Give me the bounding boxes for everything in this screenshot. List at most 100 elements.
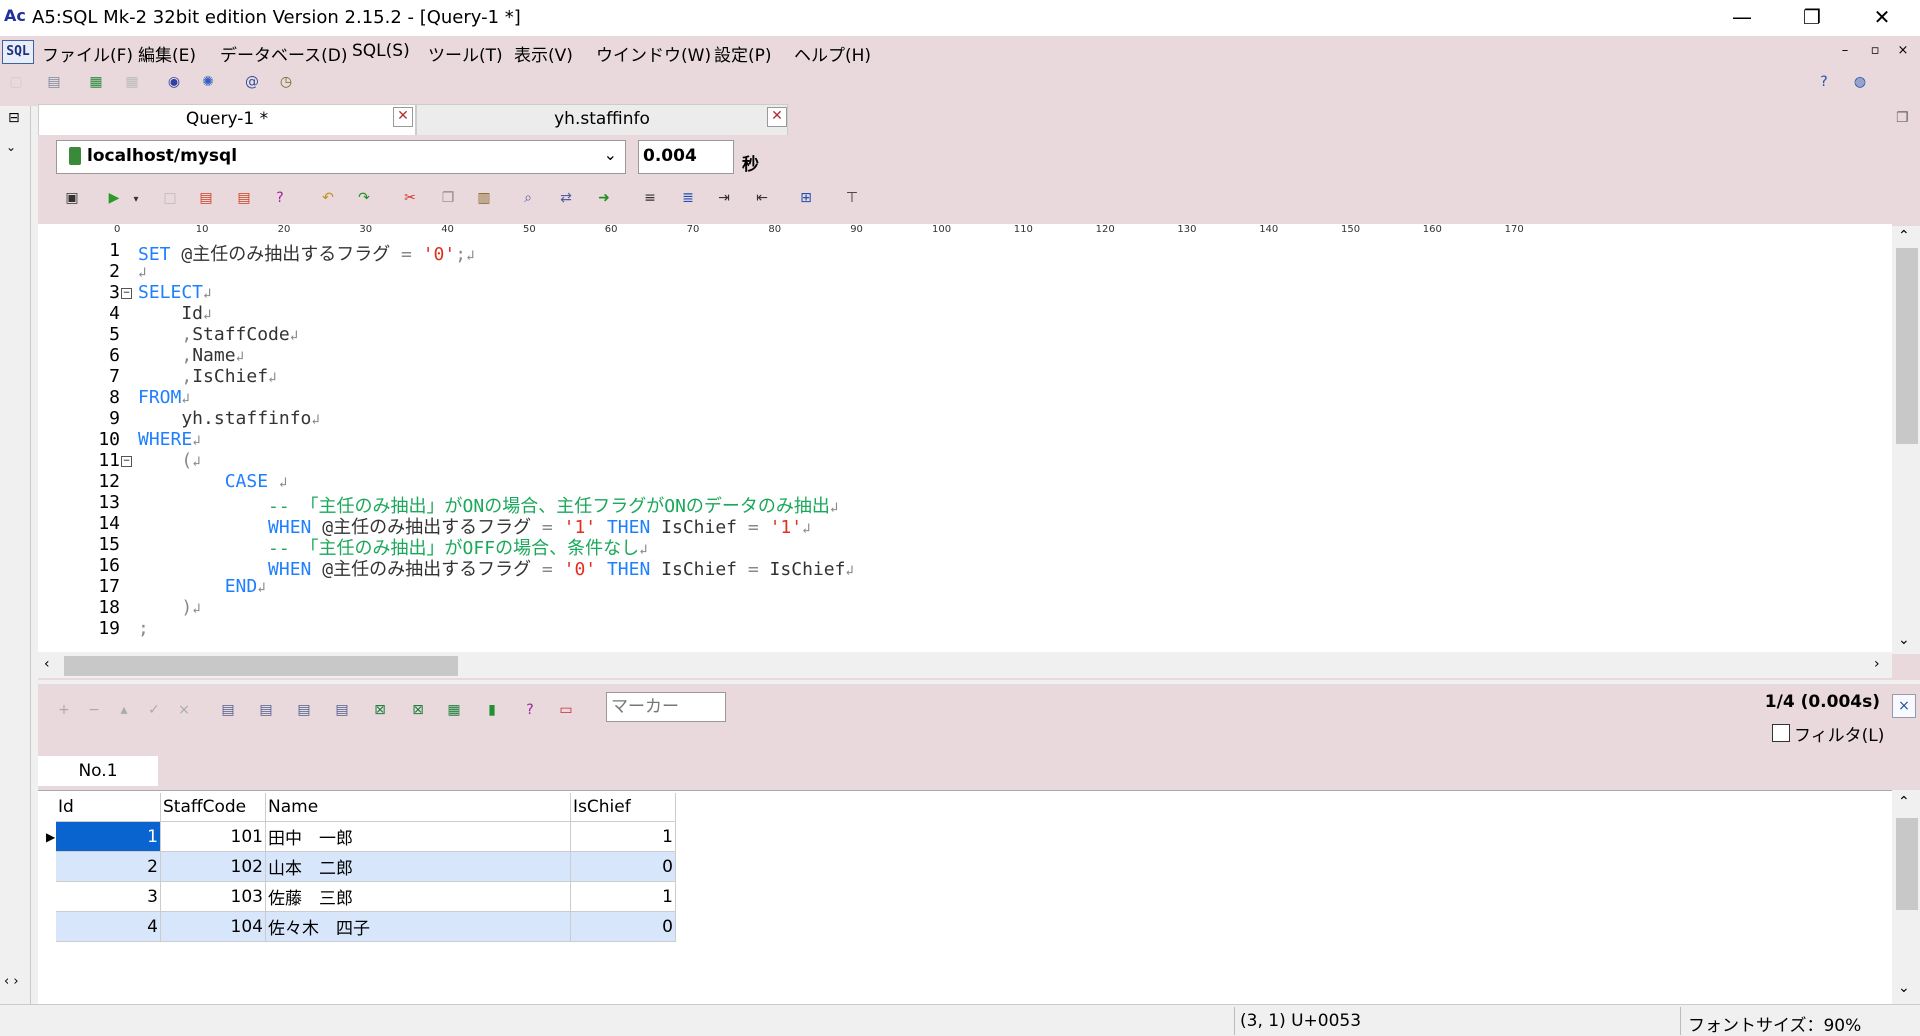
code-line[interactable]: )↲ (138, 597, 200, 618)
move-up-icon[interactable]: ▴ (114, 700, 134, 720)
cut-icon[interactable]: ✂ (400, 188, 420, 208)
jump-icon[interactable]: ➜ (594, 188, 614, 208)
code-line[interactable]: ↲ (138, 261, 146, 282)
filter-checkbox[interactable] (1772, 724, 1790, 742)
grid-cell[interactable]: 田中 一郎 (265, 821, 571, 852)
tree-outline-icon[interactable]: ⊤ (842, 188, 862, 208)
grid-cell[interactable]: 2 (56, 851, 161, 882)
tab-query-1[interactable]: Query-1 * ✕ (38, 104, 416, 135)
code-line[interactable]: yh.staffinfo↲ (138, 408, 319, 429)
scroll-up-icon[interactable]: ⌃ (1898, 228, 1910, 244)
run-icon[interactable]: ▶ (104, 188, 124, 208)
delete-row-icon[interactable]: − (84, 700, 104, 720)
code-line[interactable]: SELECT↲ (138, 282, 211, 303)
tab-staffinfo[interactable]: yh.staffinfo ✕ (416, 104, 788, 135)
column-header-id[interactable]: Id (56, 793, 161, 822)
tree-expand-icon[interactable]: ⌄ (6, 140, 16, 154)
editor-horizontal-scroll-thumb[interactable] (64, 656, 458, 676)
close-button[interactable]: ✕ (1852, 0, 1912, 36)
add-row-icon[interactable]: + (54, 700, 74, 720)
grid-vertical-scroll-thumb[interactable] (1896, 818, 1918, 910)
table-list-icon[interactable]: ▦ (86, 72, 106, 92)
grid-cell[interactable]: 104 (160, 911, 266, 942)
globe-icon[interactable]: ◍ (1850, 72, 1870, 92)
sql-editor[interactable]: 1 2 3−4 5 6 7 8 9 10 11−12 13 14 15 16 17 18 19 SET @主任の… (38, 238, 1892, 652)
grid-cell[interactable]: 4 (56, 911, 161, 942)
replace-icon[interactable]: ⇄ (556, 188, 576, 208)
grid-cell[interactable]: 1 (570, 821, 676, 852)
indent-icon[interactable]: ⇥ (714, 188, 734, 208)
connection-select[interactable]: localhost/mysql ⌄ (56, 140, 626, 174)
export-sql-icon[interactable]: ▤ (294, 700, 314, 720)
code-line[interactable]: ,StaffCode↲ (138, 324, 298, 345)
restore-tab-icon[interactable]: ❐ (1896, 110, 1909, 126)
clock-icon[interactable]: ◷ (276, 72, 296, 92)
copy-icon[interactable]: ❐ (438, 188, 458, 208)
asb-export-icon[interactable]: ▮ (482, 700, 502, 720)
menu-view[interactable]: 表示(V) (510, 40, 577, 67)
close-icon[interactable]: ✕ (393, 107, 413, 127)
grid-cell[interactable]: 101 (160, 821, 266, 852)
excel-icon[interactable]: ⊠ (370, 700, 390, 720)
code-line[interactable]: CASE ↲ (138, 471, 288, 492)
export-tsv-icon[interactable]: ▤ (256, 700, 276, 720)
export-asb-icon[interactable]: ▤ (196, 188, 216, 208)
code-line[interactable]: Id↲ (138, 303, 211, 324)
at-sign-icon[interactable]: @ (242, 72, 262, 92)
grid-cell[interactable]: 102 (160, 851, 266, 882)
column-header-ischief[interactable]: IsChief (570, 793, 676, 822)
menu-file[interactable]: ファイル(F) (38, 40, 137, 67)
export-csv-icon[interactable]: ▤ (234, 188, 254, 208)
open-file-icon[interactable]: ▤ (44, 72, 64, 92)
grid-cell[interactable]: 0 (570, 851, 676, 882)
commit-icon[interactable]: ✓ (144, 700, 164, 720)
undo-icon[interactable]: ↶ (318, 188, 338, 208)
html-export-icon[interactable]: ▦ (444, 700, 464, 720)
filter-label[interactable]: フィルタ(L) (1794, 721, 1884, 746)
paste-icon[interactable]: ▥ (474, 188, 494, 208)
tree-view-icon[interactable]: ⊟ (8, 110, 20, 126)
code-line[interactable]: END↲ (138, 576, 266, 597)
table-row[interactable]: 3 103 佐藤 三郎 1 (56, 881, 676, 912)
cancel-icon[interactable]: × (174, 700, 194, 720)
menu-tools[interactable]: ツール(T) (424, 40, 507, 67)
code-line[interactable]: SET @主任のみ抽出するフラグ = '0';↲ (138, 240, 475, 266)
menu-sql[interactable]: SQL(S) (348, 40, 414, 62)
help-icon[interactable]: ? (1814, 72, 1834, 92)
grid-cell[interactable]: 1 (570, 881, 676, 912)
marker-input[interactable]: マーカー (606, 692, 726, 722)
save-icon[interactable]: ▣ (62, 188, 82, 208)
mdi-close-button[interactable]: × (1890, 40, 1916, 62)
wrap-text-icon[interactable]: ≣ (678, 188, 698, 208)
fold-toggle-icon[interactable]: − (121, 456, 132, 467)
export-json-icon[interactable]: ▤ (332, 700, 352, 720)
grid-cell[interactable]: 1 (56, 821, 161, 852)
grid-cell[interactable]: 山本 二郎 (265, 851, 571, 882)
maximize-button[interactable]: ❐ (1782, 0, 1842, 36)
code-line[interactable]: ,IsChief↲ (138, 366, 276, 387)
scroll-down-icon[interactable]: ⌄ (1898, 632, 1910, 648)
code-line[interactable]: ,Name↲ (138, 345, 244, 366)
menu-settings[interactable]: 設定(P) (710, 40, 776, 67)
sql-check-icon[interactable]: ? (270, 188, 290, 208)
column-header-name[interactable]: Name (265, 793, 571, 822)
run-dropdown-icon[interactable]: ▾ (126, 190, 146, 210)
code-line[interactable]: FROM↲ (138, 387, 190, 408)
close-icon[interactable]: ✕ (767, 107, 787, 127)
redo-icon[interactable]: ↷ (354, 188, 374, 208)
menu-help[interactable]: ヘルプ(H) (790, 40, 875, 67)
grid-cell[interactable]: 佐藤 三郎 (265, 881, 571, 912)
grid-cell[interactable]: 3 (56, 881, 161, 912)
splitter-arrows-icon[interactable]: ‹ › (4, 974, 19, 989)
align-left-icon[interactable]: ≡ (640, 188, 660, 208)
code-line[interactable]: ; (138, 618, 149, 639)
code-line[interactable]: WHERE↲ (138, 429, 201, 450)
database-icon[interactable]: ◉ (164, 72, 184, 92)
table-row[interactable]: 1 101 田中 一郎 1 (56, 821, 676, 852)
column-header-staffcode[interactable]: StaffCode (160, 793, 266, 822)
table-disabled-icon[interactable]: ▦ (122, 72, 142, 92)
find-icon[interactable]: ⌕ (518, 188, 538, 208)
outdent-icon[interactable]: ⇤ (752, 188, 772, 208)
scroll-right-icon[interactable]: › (1874, 656, 1880, 672)
stop-icon[interactable]: □ (160, 188, 180, 208)
